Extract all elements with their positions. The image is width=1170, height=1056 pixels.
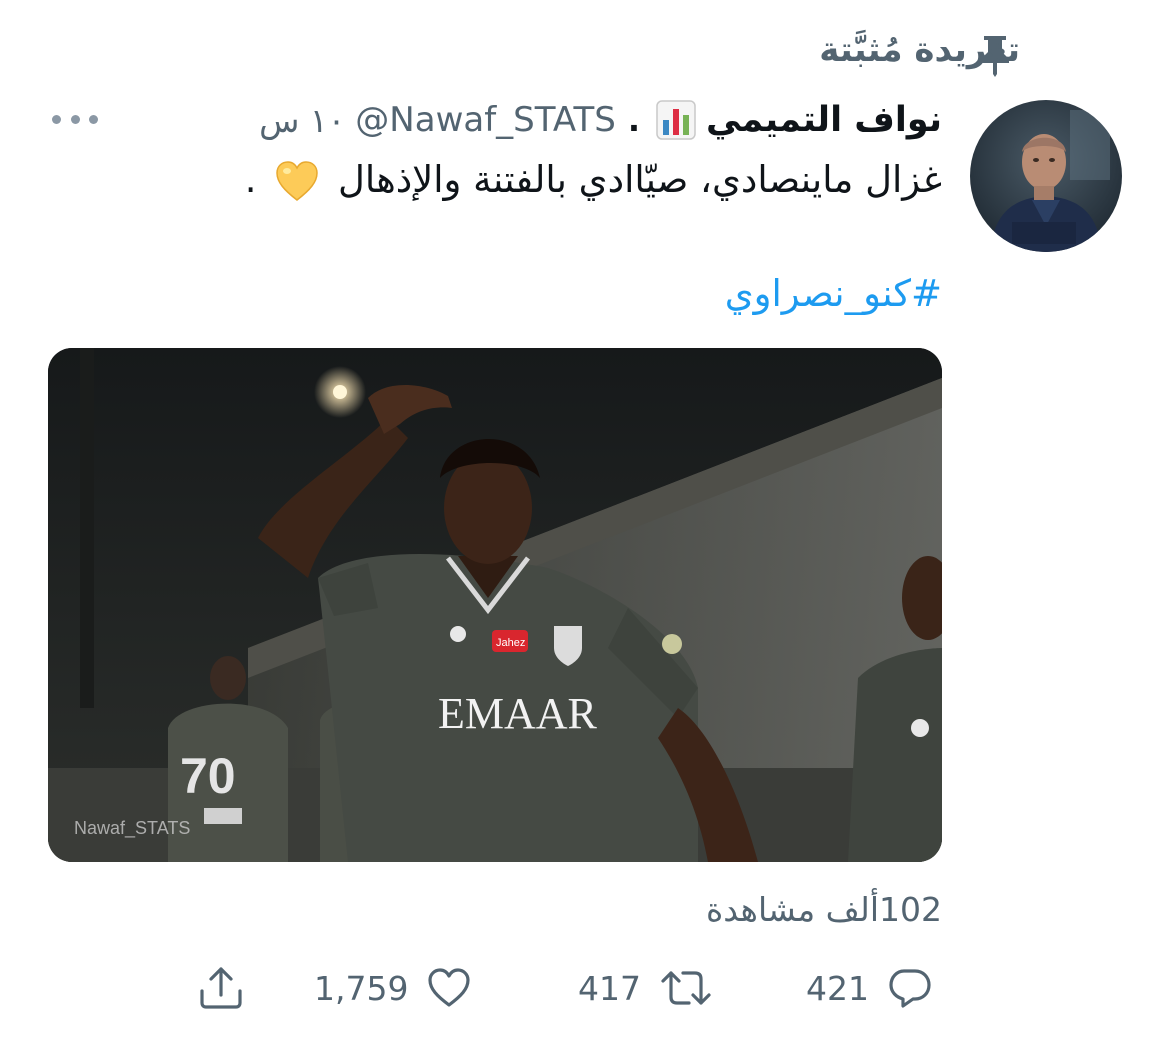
reply-button[interactable]: 421 bbox=[806, 956, 933, 1020]
pinned-indicator: تغريدة مُثبَّتة bbox=[819, 28, 1020, 72]
name-separator: . bbox=[627, 101, 641, 139]
heart-icon bbox=[426, 965, 472, 1011]
tweet-body: غزال ماينصادي، صيّاادي بالفتنة والإذهال bbox=[338, 158, 942, 201]
avatar[interactable] bbox=[970, 100, 1122, 252]
tweet-card[interactable]: تغريدة مُثبَّتة نواف التميمي . @Nawaf_ST… bbox=[0, 0, 1170, 1056]
shirt-sponsor-small: Jahez bbox=[496, 637, 525, 649]
share-icon bbox=[196, 963, 246, 1013]
hashtag-link[interactable]: #كنو_نصراوي bbox=[725, 272, 942, 315]
video-watermark: Nawaf_STATS bbox=[74, 818, 190, 839]
player-number-70: 70 bbox=[180, 748, 236, 804]
retweet-button[interactable]: 417 bbox=[578, 956, 713, 1020]
more-dot bbox=[89, 114, 98, 124]
bar-chart-emoji bbox=[656, 100, 696, 140]
more-dot bbox=[70, 114, 80, 124]
tweet-text: غزال ماينصادي، صيّاادي بالفتنة والإذهال … bbox=[62, 150, 942, 210]
yellow-heart-emoji bbox=[274, 159, 320, 205]
tweet-time[interactable]: ١٠ س bbox=[259, 101, 345, 140]
tweet-header: نواف التميمي . @Nawaf_STATS ١٠ س bbox=[255, 92, 942, 148]
share-button[interactable] bbox=[196, 956, 246, 1020]
tweet-media-video[interactable]: 70 16 bbox=[48, 348, 942, 862]
author-handle[interactable]: @Nawaf_STATS bbox=[355, 100, 616, 140]
pinned-label: تغريدة مُثبَّتة bbox=[819, 30, 1020, 70]
author-display-name[interactable]: نواف التميمي bbox=[706, 100, 942, 140]
reply-count: 421 bbox=[806, 968, 869, 1008]
retweet-icon bbox=[659, 965, 713, 1011]
retweet-count: 417 bbox=[578, 968, 641, 1008]
more-dot bbox=[52, 114, 61, 124]
reply-icon bbox=[887, 965, 933, 1011]
view-count: 102ألف مشاهدة bbox=[706, 890, 942, 929]
view-count-label: ألف مشاهدة bbox=[705, 890, 879, 929]
action-bar: 421 417 1,759 bbox=[0, 956, 1170, 1020]
shirt-sponsor: EMAAR bbox=[438, 689, 598, 738]
more-options-icon[interactable] bbox=[52, 102, 98, 136]
like-count: 1,759 bbox=[314, 968, 409, 1008]
like-button[interactable]: 1,759 bbox=[314, 956, 472, 1020]
tweet-trailing-dot: . bbox=[244, 158, 257, 201]
view-count-number: 102 bbox=[879, 890, 942, 929]
